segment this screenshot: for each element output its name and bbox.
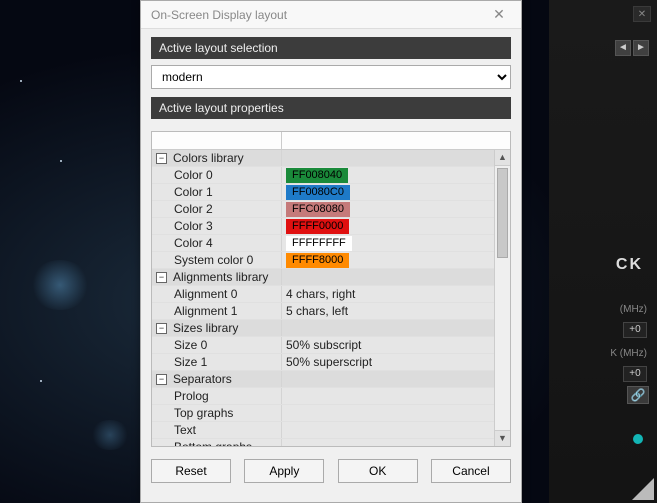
properties-grid: −Colors libraryColor 0FF008040Color 1FF0… xyxy=(151,131,511,447)
group-label: Colors library xyxy=(173,150,244,167)
background-app-panel: ✕ ◄ ► CK (MHz) +0 K (MHz) +0 🔗 A xyxy=(549,0,657,503)
property-row[interactable]: Size 1 50% superscript xyxy=(152,354,494,371)
color-swatch: FFFFFFFF xyxy=(286,236,352,251)
property-value: 50% subscript xyxy=(286,337,361,354)
value-box[interactable]: +0 xyxy=(623,322,647,338)
group-row[interactable]: −Colors library xyxy=(152,150,494,167)
property-value: 5 chars, left xyxy=(286,303,348,320)
property-row[interactable]: Color 4 FFFFFFFF xyxy=(152,235,494,252)
property-row[interactable]: Color 3 FFFF0000 xyxy=(152,218,494,235)
property-label: Color 2 xyxy=(174,201,213,218)
status-led xyxy=(633,434,643,444)
scroll-down-button[interactable]: ▼ xyxy=(495,430,510,446)
titlebar: On-Screen Display layout ✕ xyxy=(141,1,521,29)
property-label: Color 4 xyxy=(174,235,213,252)
osd-layout-dialog: On-Screen Display layout ✕ Active layout… xyxy=(140,0,522,503)
color-swatch: FFC08080 xyxy=(286,202,350,217)
property-row[interactable]: Prolog xyxy=(152,388,494,405)
unit-label: K (MHz) xyxy=(610,348,647,359)
close-button[interactable]: ✕ xyxy=(483,5,515,25)
cancel-button[interactable]: Cancel xyxy=(431,459,511,483)
property-label: Color 1 xyxy=(174,184,213,201)
property-label: Alignment 1 xyxy=(174,303,237,320)
group-label: Sizes library xyxy=(173,320,238,337)
color-swatch: FFFF8000 xyxy=(286,253,349,268)
section-header-properties: Active layout properties xyxy=(151,97,511,119)
property-row[interactable]: Color 1 FF0080C0 xyxy=(152,184,494,201)
property-label: System color 0 xyxy=(174,252,253,269)
value-box[interactable]: +0 xyxy=(623,366,647,382)
segment-prev-button[interactable]: ◄ xyxy=(615,40,631,56)
property-row[interactable]: Color 0 FF008040 xyxy=(152,167,494,184)
property-row[interactable]: Top graphs xyxy=(152,405,494,422)
scrollbar[interactable]: ▲ ▼ xyxy=(494,150,510,446)
reset-button[interactable]: Reset xyxy=(151,459,231,483)
property-row[interactable]: Text xyxy=(152,422,494,439)
color-swatch: FF008040 xyxy=(286,168,348,183)
property-row[interactable]: Color 2 FFC08080 xyxy=(152,201,494,218)
property-label: Size 0 xyxy=(174,337,207,354)
layout-dropdown[interactable]: modern xyxy=(151,65,511,89)
corner-letter: A xyxy=(632,478,654,500)
property-row[interactable]: Bottom graphs xyxy=(152,439,494,446)
close-icon[interactable]: ✕ xyxy=(633,6,651,22)
grid-header xyxy=(152,132,510,150)
color-swatch: FF0080C0 xyxy=(286,185,350,200)
property-label: Text xyxy=(174,422,196,439)
property-label: Prolog xyxy=(174,388,209,405)
collapse-toggle[interactable]: − xyxy=(156,323,167,334)
property-row[interactable]: Size 0 50% subscript xyxy=(152,337,494,354)
property-label: Top graphs xyxy=(174,405,233,422)
unit-label: (MHz) xyxy=(620,304,647,315)
collapse-toggle[interactable]: − xyxy=(156,153,167,164)
color-swatch: FFFF0000 xyxy=(286,219,349,234)
property-label: Alignment 0 xyxy=(174,286,237,303)
collapse-toggle[interactable]: − xyxy=(156,272,167,283)
scroll-up-button[interactable]: ▲ xyxy=(495,150,510,166)
property-row[interactable]: Alignment 0 4 chars, right xyxy=(152,286,494,303)
property-label: Bottom graphs xyxy=(174,439,252,447)
group-row[interactable]: −Separators xyxy=(152,371,494,388)
scroll-thumb[interactable] xyxy=(497,168,508,258)
apply-button[interactable]: Apply xyxy=(244,459,324,483)
group-label: Alignments library xyxy=(173,269,268,286)
layout-select[interactable]: modern xyxy=(151,65,511,89)
property-value: 50% superscript xyxy=(286,354,372,371)
window-title: On-Screen Display layout xyxy=(151,8,287,22)
property-row[interactable]: System color 0 FFFF8000 xyxy=(152,252,494,269)
property-value: 4 chars, right xyxy=(286,286,355,303)
dialog-buttons: Reset Apply OK Cancel xyxy=(141,447,521,493)
property-row[interactable]: Alignment 1 5 chars, left xyxy=(152,303,494,320)
segment-next-button[interactable]: ► xyxy=(633,40,649,56)
collapse-toggle[interactable]: − xyxy=(156,374,167,385)
group-label: Separators xyxy=(173,371,232,388)
group-row[interactable]: −Alignments library xyxy=(152,269,494,286)
clock-label: CK xyxy=(616,256,643,274)
property-label: Color 3 xyxy=(174,218,213,235)
link-icon[interactable]: 🔗 xyxy=(627,386,649,404)
property-label: Color 0 xyxy=(174,167,213,184)
property-label: Size 1 xyxy=(174,354,207,371)
ok-button[interactable]: OK xyxy=(338,459,418,483)
section-header-selection: Active layout selection xyxy=(151,37,511,59)
group-row[interactable]: −Sizes library xyxy=(152,320,494,337)
